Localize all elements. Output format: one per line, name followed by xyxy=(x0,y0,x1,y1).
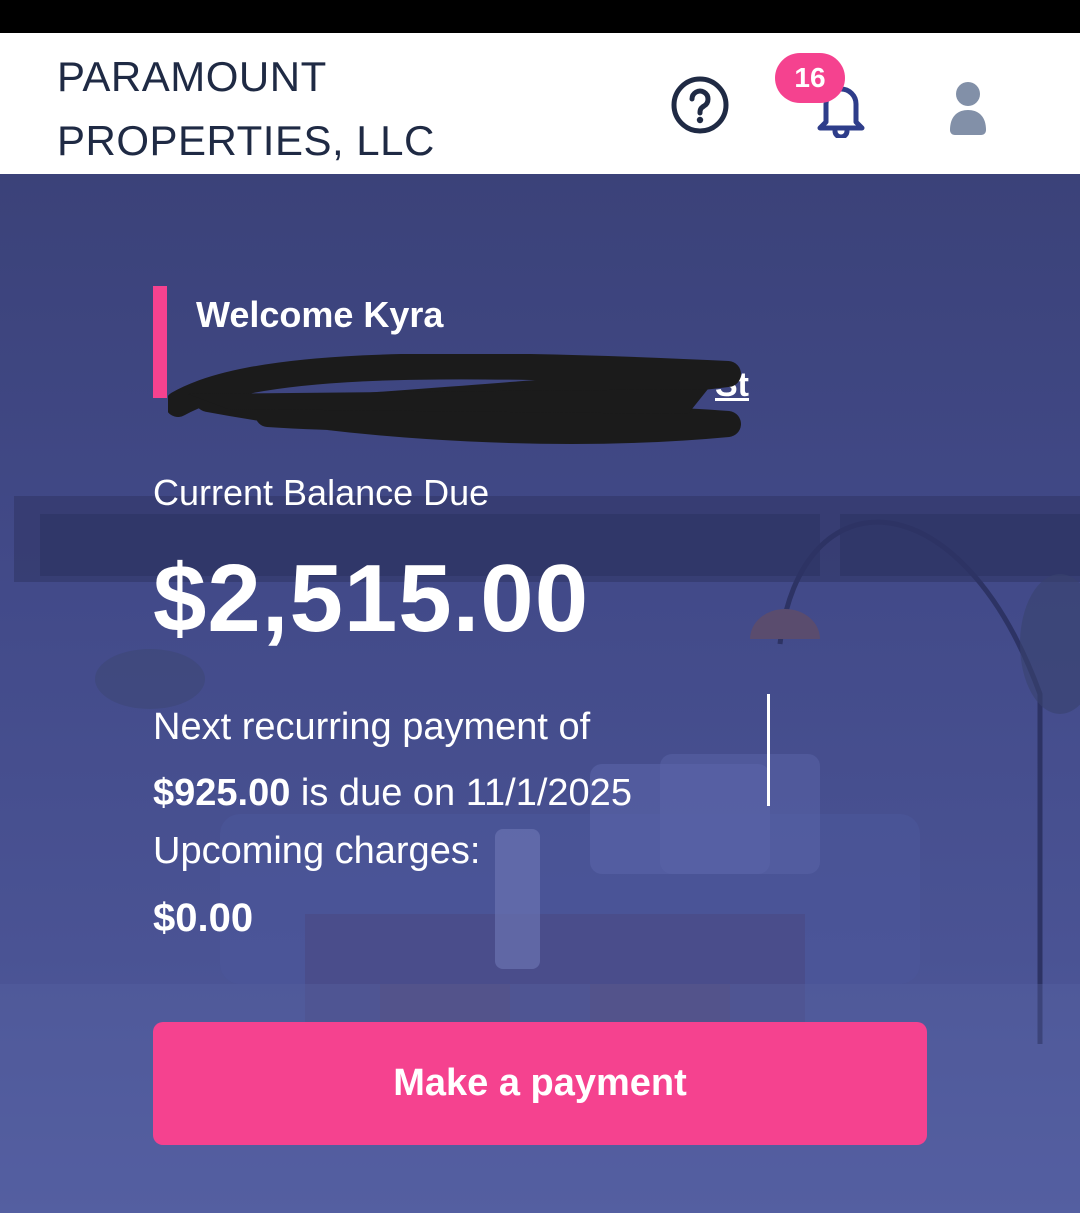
profile-button[interactable] xyxy=(940,78,996,140)
recurring-payment-amount: $925.00 xyxy=(153,772,291,814)
upcoming-charges-label: Upcoming charges: xyxy=(153,830,481,872)
make-payment-button[interactable]: Make a payment xyxy=(153,1022,927,1145)
recurring-payment-detail: $925.00 is due on 11/1/2025 xyxy=(153,760,753,826)
help-button[interactable] xyxy=(670,75,730,135)
brand-line-1: PARAMOUNT xyxy=(57,53,327,100)
app-header: PARAMOUNT PROPERTIES, LLC 16 xyxy=(0,33,1080,174)
brand-line-2: PROPERTIES, LLC xyxy=(57,117,435,164)
recurring-payment-text: Next recurring payment of $925.00 is due… xyxy=(153,694,753,826)
brand-name[interactable]: PARAMOUNT PROPERTIES, LLC xyxy=(57,45,477,173)
recurring-payment-due: is due on 11/1/2025 xyxy=(290,772,632,814)
recurring-payment-prefix: Next recurring payment of xyxy=(153,706,591,748)
dashboard-hero: Welcome Kyra St Current Balance Due $2,5… xyxy=(0,174,1080,1213)
divider-line xyxy=(767,694,770,806)
status-bar xyxy=(0,0,1080,33)
user-icon xyxy=(950,82,986,135)
notification-count-badge[interactable]: 16 xyxy=(775,53,845,103)
upcoming-charges-amount: $0.00 xyxy=(153,896,254,940)
welcome-heading: Welcome Kyra xyxy=(196,294,444,335)
current-balance-amount: $2,515.00 xyxy=(153,545,590,652)
redaction-scribble xyxy=(168,354,741,444)
welcome-accent-bar xyxy=(153,286,167,398)
help-circle-icon xyxy=(671,76,729,134)
current-balance-label: Current Balance Due xyxy=(153,472,490,513)
